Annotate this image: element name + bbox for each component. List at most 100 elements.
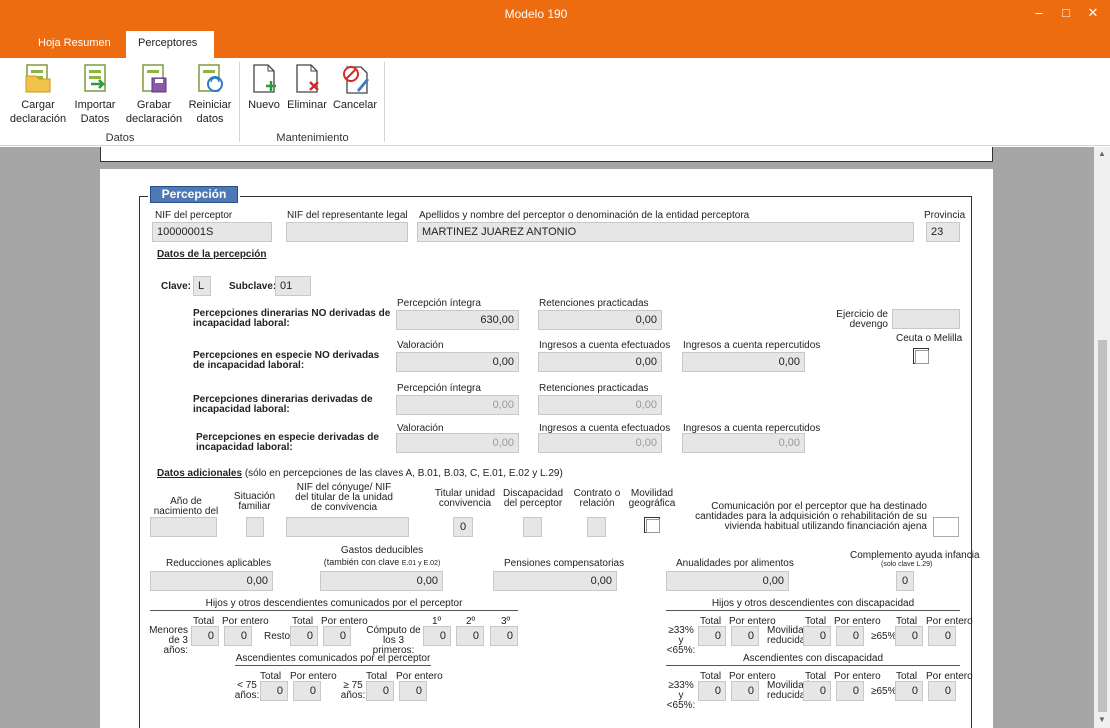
ge33-label: ≥33% y <65%:: [666, 680, 696, 711]
row4-ingresos-efectuados-field[interactable]: 0,00: [538, 433, 662, 453]
pensiones-field[interactable]: 0,00: [493, 571, 617, 591]
computo-label: Cómputo de los 3 primeros:: [366, 625, 421, 656]
clave-label: Clave:: [161, 281, 192, 292]
row2-ingresos-efectuados-field[interactable]: 0,00: [538, 352, 662, 372]
titular-unidad-field[interactable]: 0: [453, 517, 473, 537]
button-label: datos: [196, 113, 224, 125]
asc-disc-65-entero-field[interactable]: 0: [928, 681, 956, 701]
percepcion-frame: [139, 196, 972, 728]
gastos-sublabel-b: E.01 y E.02): [401, 560, 441, 567]
close-icon[interactable]: ✕: [1082, 3, 1104, 23]
anio-nacimiento-field[interactable]: [150, 517, 217, 537]
hijos-disc-65-entero-field[interactable]: 0: [928, 626, 956, 646]
hijos-disc-33-entero-field[interactable]: 0: [731, 626, 759, 646]
scroll-thumb[interactable]: [1098, 340, 1107, 712]
button-label: Grabar: [136, 99, 172, 111]
row2-valoracion-field[interactable]: 0,00: [396, 352, 519, 372]
asc-disc-mov-total-field[interactable]: 0: [803, 681, 831, 701]
nuevo-button[interactable]: Nuevo: [244, 62, 284, 112]
tab-perceptores[interactable]: Perceptores: [126, 31, 214, 58]
asc-disc-33-entero-field[interactable]: 0: [731, 681, 759, 701]
discapacidad-field[interactable]: [523, 517, 542, 537]
tab-hoja-resumen[interactable]: Hoja Resumen: [26, 31, 123, 58]
ejercicio-field[interactable]: [892, 309, 960, 329]
row4-ingresos-repercutidos-field[interactable]: 0,00: [682, 433, 805, 453]
grabar-declaracion-button[interactable]: Grabar declaración: [124, 62, 184, 126]
cancelar-button[interactable]: Cancelar: [331, 62, 379, 112]
nombre-field[interactable]: MARTINEZ JUAREZ ANTONIO: [417, 222, 914, 242]
contrato-field[interactable]: [587, 517, 606, 537]
menor75-label: < 75 años:: [234, 680, 260, 701]
ascendientes-discapacidad-title: Ascendientes con discapacidad: [742, 653, 884, 664]
ascendientes-divider: [235, 665, 431, 666]
anualidades-label: Anualidades por alimentos: [676, 558, 794, 569]
save-declaration-icon: [142, 64, 167, 93]
ceuta-melilla-checkbox[interactable]: [913, 348, 929, 364]
maximize-icon[interactable]: □: [1055, 3, 1077, 23]
asc-mayor75-total-field[interactable]: 0: [366, 681, 394, 701]
resto-entero-field[interactable]: 0: [323, 626, 351, 646]
menores-total-field[interactable]: 0: [191, 626, 219, 646]
hijos-disc-mov-total-field[interactable]: 0: [803, 626, 831, 646]
hijos-disc-mov-entero-field[interactable]: 0: [836, 626, 864, 646]
delete-document-icon: [296, 64, 319, 93]
datos-adicionales-title: Datos adicionales (sólo en percepciones …: [157, 468, 563, 479]
row1-retenciones-field[interactable]: 0,00: [538, 310, 662, 330]
asc-disc-33-total-field[interactable]: 0: [698, 681, 726, 701]
contrato-label: Contrato o relación: [573, 488, 621, 509]
datos-percepcion-title: Datos de la percepción: [157, 249, 267, 260]
reset-data-icon: [198, 64, 223, 92]
new-document-icon: [253, 64, 276, 93]
provincia-field[interactable]: 23: [926, 222, 960, 242]
nif-conyuge-field[interactable]: [286, 517, 409, 537]
asc-mayor75-entero-field[interactable]: 0: [399, 681, 427, 701]
reiniciar-datos-button[interactable]: Reiniciar datos: [184, 62, 236, 126]
menores-entero-field[interactable]: 0: [224, 626, 252, 646]
complemento-field[interactable]: 0: [896, 571, 914, 591]
movilidad-checkbox[interactable]: [644, 517, 660, 533]
resto-total-field[interactable]: 0: [290, 626, 318, 646]
minimize-icon[interactable]: –: [1028, 3, 1050, 23]
anualidades-field[interactable]: 0,00: [666, 571, 789, 591]
scroll-up-icon[interactable]: ▲: [1094, 149, 1110, 158]
group-divider: [384, 62, 385, 142]
datos-adicionales-note: (sólo en percepciones de las claves A, B…: [244, 468, 563, 479]
row2-ingresos-repercutidos-field[interactable]: 0,00: [682, 352, 805, 372]
computo-1-field[interactable]: 0: [423, 626, 451, 646]
importar-datos-button[interactable]: Importar Datos: [70, 62, 120, 126]
asc-menor75-entero-field[interactable]: 0: [293, 681, 321, 701]
button-label: Reiniciar: [188, 99, 232, 111]
hijos-disc-33-total-field[interactable]: 0: [698, 626, 726, 646]
percepcion-integra-label: Percepción íntegra: [397, 383, 481, 394]
hijos-discapacidad-title: Hijos y otros descendientes con discapac…: [711, 598, 915, 609]
row1-percepcion-field[interactable]: 630,00: [396, 310, 519, 330]
row4-valoracion-field[interactable]: 0,00: [396, 433, 519, 453]
complemento-sublabel: (solo clave L.29): [881, 561, 933, 568]
asc-disc-mov-entero-field[interactable]: 0: [836, 681, 864, 701]
vertical-scrollbar[interactable]: ▲ ▼: [1094, 147, 1110, 728]
asc-disc-65-total-field[interactable]: 0: [895, 681, 923, 701]
row3-retenciones-field[interactable]: 0,00: [538, 395, 662, 415]
nif-perceptor-field[interactable]: 10000001S: [152, 222, 272, 242]
pensiones-label: Pensiones compensatorias: [504, 558, 625, 569]
valoracion-label: Valoración: [397, 340, 444, 351]
computo-2-field[interactable]: 0: [456, 626, 484, 646]
ejercicio-label: Ejercicio de devengo: [836, 309, 888, 330]
computo-3-field[interactable]: 0: [490, 626, 518, 646]
comunicacion-field[interactable]: [933, 517, 959, 537]
asc-menor75-total-field[interactable]: 0: [260, 681, 288, 701]
row3-percepcion-field[interactable]: 0,00: [396, 395, 519, 415]
cargar-declaracion-button[interactable]: Cargar declaración: [6, 62, 70, 126]
scroll-down-icon[interactable]: ▼: [1094, 715, 1110, 724]
eliminar-button[interactable]: Eliminar: [285, 62, 329, 112]
reducciones-field[interactable]: 0,00: [150, 571, 273, 591]
row1-label: Percepciones dinerarias NO derivadas de …: [193, 308, 391, 329]
gastos-field[interactable]: 0,00: [320, 571, 443, 591]
clave-field[interactable]: L: [193, 276, 211, 296]
hijos-title: Hijos y otros descendientes comunicados …: [205, 598, 463, 609]
hijos-disc-65-total-field[interactable]: 0: [895, 626, 923, 646]
subclave-field[interactable]: 01: [275, 276, 311, 296]
button-label: Cargar: [21, 99, 55, 111]
nif-representante-field[interactable]: [286, 222, 408, 242]
situacion-familiar-field[interactable]: [246, 517, 264, 537]
